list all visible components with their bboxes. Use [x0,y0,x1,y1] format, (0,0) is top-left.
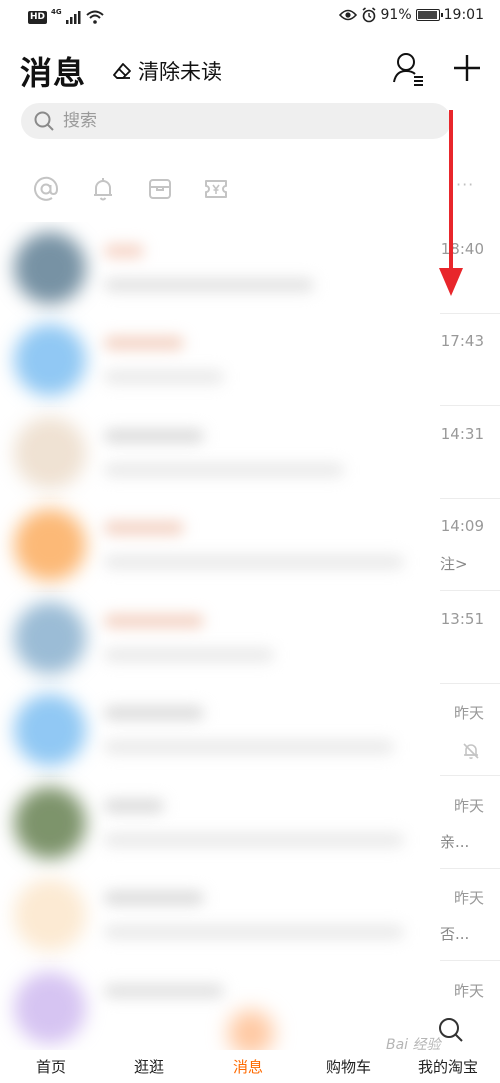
list-item[interactable]: 昨天 否... [0,869,500,961]
list-item[interactable]: 18:40 [0,222,500,314]
box-icon [149,179,171,199]
list-item[interactable]: 昨天 [0,684,500,776]
tab-browse[interactable]: 逛逛 [134,1056,164,1077]
list-item[interactable]: 14:31 [0,407,500,499]
logistics-shortcut[interactable] [144,173,176,205]
list-item[interactable]: 17:43 [0,314,500,406]
at-icon [34,176,59,201]
battery-percent: 91% [380,7,412,23]
clear-unread-button[interactable]: 清除未读 [112,56,222,86]
tab-messages[interactable]: 消息 [233,1056,263,1077]
list-item[interactable]: 13:51 [0,592,500,684]
mute-icon [463,743,479,759]
conversation-time: 昨天 [453,982,484,1000]
search-input[interactable] [63,111,403,131]
bell-icon [94,178,112,201]
eraser-icon [113,63,131,79]
tab-mine[interactable]: 我的淘宝 [418,1056,478,1077]
conversation-time: 17:43 [440,332,484,350]
more-shortcuts-button[interactable]: ··· [456,175,474,194]
conversation-time: 昨天 [453,797,484,815]
conversation-preview-tail: 注> [440,555,468,573]
ticket-icon [205,180,227,198]
coupons-shortcut[interactable] [200,173,232,205]
conversation-time: 昨天 [453,704,484,722]
contacts-icon[interactable] [392,50,426,86]
conversation-time: 13:51 [440,610,484,628]
status-left: HD 4G [28,8,104,26]
list-item[interactable]: 14:09 注> [0,499,500,591]
signal-icon [65,11,81,24]
tab-cart[interactable]: 购物车 [326,1056,371,1077]
bottom-tab-bar: 首页 逛逛 消息 购物车 我的淘宝 [0,1050,500,1083]
status-right: 91% 19:01 [338,7,484,23]
conversation-preview-tail: 否... [440,925,470,943]
conversation-list: 18:40 17:43 14:31 14:09 注> 13:51 昨天 昨天 亲… [0,222,500,1054]
wifi-icon [85,10,104,24]
header: 消息 清除未读 [0,40,500,96]
conversation-time: 14:09 [440,517,484,535]
list-item[interactable]: 昨天 亲... [0,777,500,869]
floating-search-icon[interactable] [436,1016,466,1046]
status-bar: HD 4G 91% 19:01 [0,0,500,34]
page-title: 消息 [20,54,87,92]
hd-badge: HD [28,10,48,24]
search-bar[interactable] [21,103,451,139]
notifications-shortcut[interactable] [87,173,119,205]
search-icon [34,111,54,131]
conversation-preview-tail: 亲... [440,833,470,851]
add-icon[interactable] [450,50,484,86]
conversation-time: 昨天 [453,889,484,907]
tab-home[interactable]: 首页 [36,1056,66,1077]
clear-unread-label: 清除未读 [138,60,222,84]
clock: 19:01 [443,7,484,23]
mentions-shortcut[interactable] [30,173,62,205]
eye-icon [338,9,357,21]
conversation-time: 18:40 [440,240,484,258]
conversation-time: 14:31 [440,425,484,443]
battery-icon [415,9,443,21]
shortcut-row: ··· [0,165,500,213]
network-type: 4G [51,8,62,16]
alarm-icon [362,7,376,23]
